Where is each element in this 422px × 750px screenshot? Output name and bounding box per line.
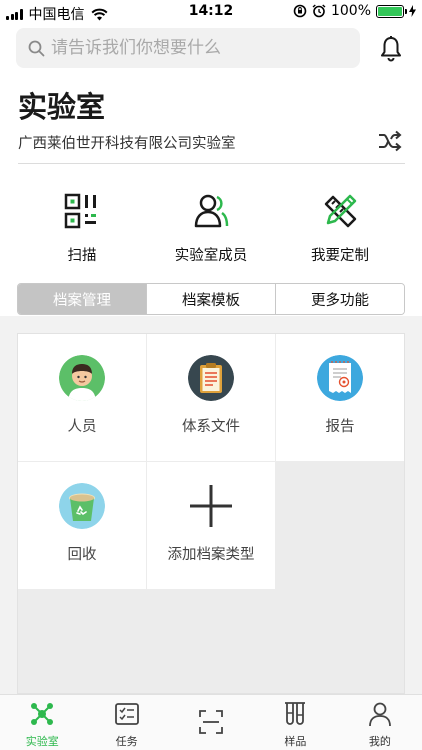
task-checklist-icon [114, 703, 139, 725]
quick-action-scan[interactable]: 扫描 [12, 193, 152, 265]
switch-lab-icon[interactable] [378, 130, 402, 152]
status-bar: 中国电信 14:12 100% [0, 0, 422, 24]
lab-molecule-icon [31, 703, 54, 725]
person-avatar-icon [59, 355, 105, 401]
quick-action-label: 扫描 [67, 248, 97, 264]
nav-scan[interactable] [169, 695, 253, 750]
grid-item-label: 回收 [67, 547, 97, 563]
rotation-lock-icon [293, 4, 307, 18]
search-icon [28, 40, 45, 56]
nav-samples[interactable]: 样品 [253, 695, 337, 750]
grid-item-reports[interactable]: 报告 [276, 334, 404, 461]
qr-scan-icon [64, 193, 96, 229]
page-title: 实验室 [18, 90, 106, 124]
grid-item-recycle[interactable]: 回收 [18, 462, 146, 589]
nav-tasks[interactable]: 任务 [84, 695, 168, 750]
nav-label: 样品 [284, 735, 307, 748]
status-right: 100% [293, 3, 416, 19]
nav-label: 我的 [368, 735, 391, 748]
grid-item-label: 体系文件 [182, 419, 240, 435]
members-icon [194, 194, 229, 228]
tab-more-functions[interactable]: 更多功能 [276, 284, 404, 314]
clipboard-icon [188, 355, 234, 401]
recycle-bin-icon [59, 483, 105, 529]
battery-percent: 100% [330, 3, 371, 19]
nav-label: 任务 [115, 735, 138, 748]
scan-frame-icon [199, 710, 223, 734]
quick-action-label: 实验室成员 [174, 248, 248, 264]
search-input[interactable] [51, 38, 351, 58]
quick-action-label: 我要定制 [311, 248, 369, 264]
charging-bolt-icon [409, 5, 416, 17]
organization-name: 广西莱伯世开科技有限公司实验室 [18, 136, 236, 152]
segmented-tabs: 档案管理 档案模板 更多功能 [17, 283, 405, 315]
grid-item-add-archive-type[interactable]: 添加档案类型 [147, 462, 275, 589]
report-icon [317, 355, 363, 401]
nav-profile[interactable]: 我的 [338, 695, 422, 750]
grid-item-label: 人员 [67, 419, 97, 435]
tab-archive-management[interactable]: 档案管理 [18, 284, 147, 314]
profile-icon [368, 702, 391, 727]
customize-icon [324, 194, 357, 228]
quick-action-customize[interactable]: 我要定制 [270, 193, 410, 265]
grid-item-label: 报告 [325, 419, 355, 435]
search-bar[interactable] [16, 28, 360, 68]
tab-archive-templates[interactable]: 档案模板 [147, 284, 276, 314]
quick-action-members[interactable]: 实验室成员 [141, 193, 281, 265]
battery-icon [376, 4, 407, 18]
plus-icon [190, 485, 232, 527]
alarm-icon [312, 4, 326, 18]
header-divider [18, 163, 405, 164]
nav-label: 实验室 [25, 735, 59, 748]
notification-bell-icon[interactable] [376, 34, 406, 64]
grid-item-system-documents[interactable]: 体系文件 [147, 334, 275, 461]
grid-item-label: 添加档案类型 [167, 547, 255, 563]
nav-lab[interactable]: 实验室 [0, 695, 84, 750]
grid-item-personnel[interactable]: 人员 [18, 334, 146, 461]
test-tubes-icon [285, 702, 306, 725]
archive-grid: 人员 体系文件 报告 回收 添加档案类型 [17, 333, 405, 694]
bottom-navigation: 实验室 任务 样品 我的 [0, 694, 422, 750]
